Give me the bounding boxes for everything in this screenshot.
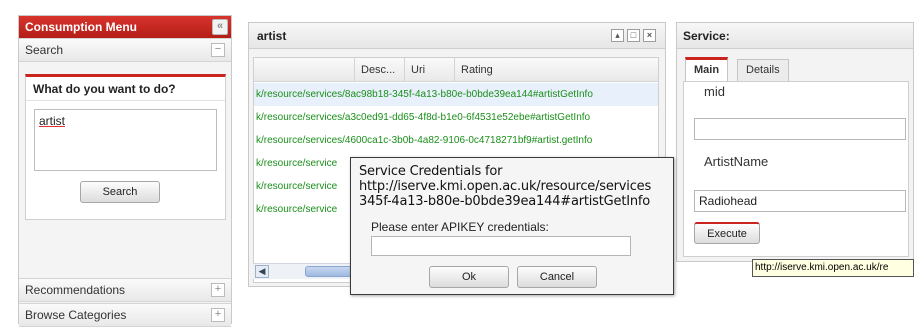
query-text: artist — [39, 114, 66, 128]
browse-categories-section-header[interactable]: Browse Categories + — [19, 303, 231, 327]
consumption-menu-header: Consumption Menu « — [19, 16, 231, 38]
expand-browse-categories-icon[interactable]: + — [211, 308, 225, 322]
artist-name-label: ArtistName — [704, 154, 769, 169]
service-row[interactable]: k/resource/services/a3c0ed91-dd65-4f8d-b… — [254, 106, 658, 129]
recommendations-label: Recommendations — [25, 283, 126, 297]
consumption-menu-title: Consumption Menu — [25, 20, 137, 34]
grid-column-headers: Desc... Uri Rating — [254, 58, 658, 82]
query-textarea[interactable]: artist — [34, 109, 217, 171]
dialog-title-line1: Service Credentials for — [359, 164, 503, 179]
recommendations-section-header[interactable]: Recommendations + — [19, 278, 231, 302]
cancel-button[interactable]: Cancel — [517, 266, 597, 288]
artist-panel-header: artist ▴ □ × — [249, 23, 665, 49]
search-section-header[interactable]: Search − — [19, 38, 231, 62]
mid-input[interactable] — [694, 118, 906, 140]
tab-main[interactable]: Main — [685, 57, 729, 81]
service-row[interactable]: k/resource/services/4600ca1c-3b0b-4a82-9… — [254, 129, 658, 152]
what-do-you-want-box: What do you want to do? artist Search — [25, 74, 226, 220]
artist-name-input[interactable]: Radiohead — [694, 190, 906, 212]
url-tooltip: http://iserve.kmi.open.ac.uk/re — [752, 259, 914, 277]
apikey-prompt: Please enter APIKEY credentials: — [371, 220, 549, 234]
scroll-left-icon[interactable]: ◀ — [255, 265, 269, 278]
close-icon[interactable]: × — [643, 29, 656, 42]
dialog-title-line3: 345f-4a13-b80e-b0bde39ea144#artistGetInf… — [359, 194, 651, 209]
service-row[interactable]: k/resource/services/8ac98b18-345f-4a13-b… — [254, 83, 658, 106]
what-do-you-want-heading: What do you want to do? — [26, 77, 225, 101]
dialog-title-line2: http://iserve.kmi.open.ac.uk/resource/se… — [359, 179, 652, 194]
service-panel-title: Service: — [677, 23, 913, 49]
consumption-menu-panel: Consumption Menu « Search − What do you … — [18, 15, 232, 327]
search-section-label: Search — [25, 43, 64, 57]
browse-categories-label: Browse Categories — [25, 308, 127, 322]
column-header-rating[interactable]: Rating — [454, 58, 514, 82]
collapse-section-icon[interactable]: − — [211, 43, 225, 57]
column-header-desc[interactable]: Desc... — [354, 58, 404, 82]
execute-button[interactable]: Execute — [694, 222, 760, 244]
expand-recommendations-icon[interactable]: + — [211, 283, 225, 297]
ok-button[interactable]: Ok — [429, 266, 509, 288]
artist-panel-title: artist — [257, 29, 287, 43]
service-credentials-dialog: Service Credentials for http://iserve.km… — [350, 157, 674, 295]
search-button[interactable]: Search — [80, 181, 160, 203]
mid-label: mid — [704, 84, 725, 99]
column-header-uri[interactable]: Uri — [404, 58, 454, 82]
service-form: mid ArtistName Radiohead Execute — [683, 81, 909, 257]
service-panel: Service: Main Details mid ArtistName Rad… — [676, 22, 914, 262]
maximize-icon[interactable]: □ — [627, 29, 640, 42]
tab-details[interactable]: Details — [737, 59, 789, 81]
apikey-input[interactable] — [371, 236, 631, 256]
scroll-thumb[interactable] — [305, 266, 355, 277]
double-chevron-left-icon[interactable]: « — [212, 19, 228, 35]
minimize-icon[interactable]: ▴ — [611, 29, 624, 42]
